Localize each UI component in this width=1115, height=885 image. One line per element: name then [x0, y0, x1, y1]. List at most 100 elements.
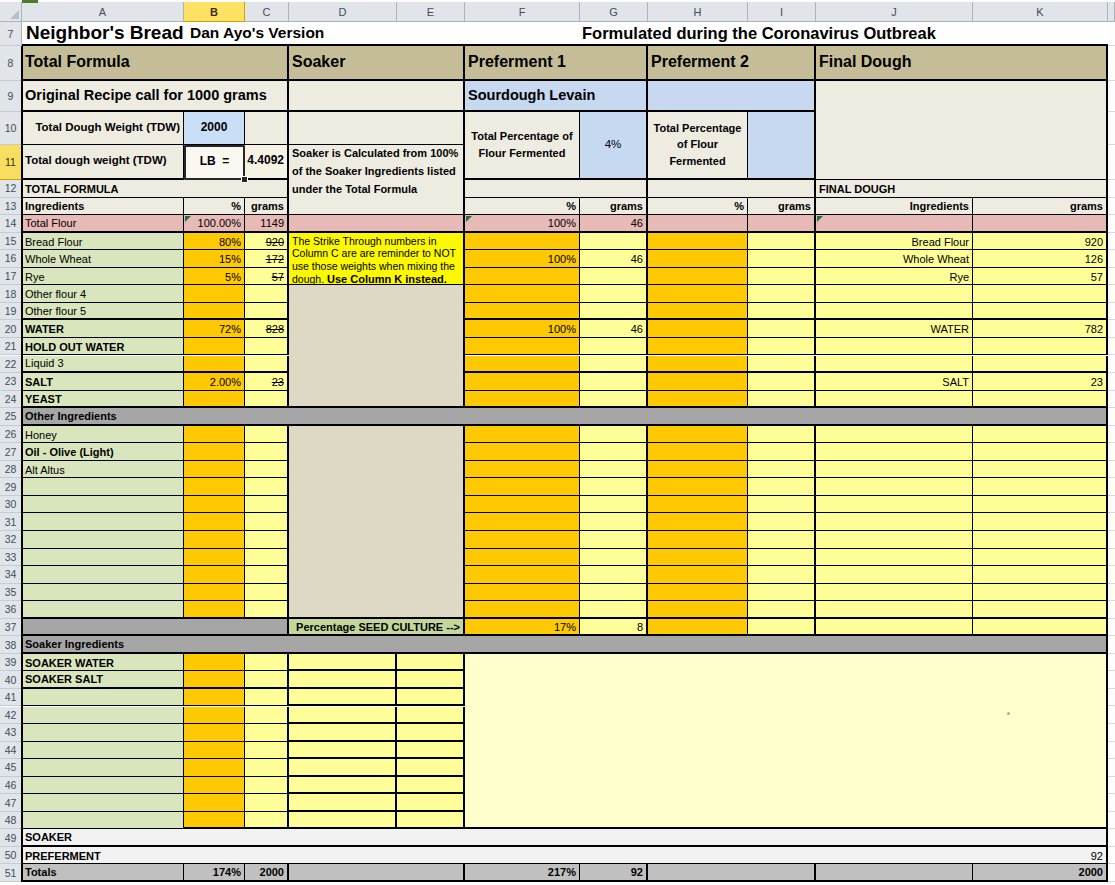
cell-A36[interactable]	[22, 601, 184, 619]
cell-F22[interactable]	[465, 356, 580, 374]
cell-H18[interactable]	[648, 285, 748, 303]
cell-C40[interactable]	[245, 671, 289, 689]
cell-J29[interactable]	[816, 478, 973, 496]
cell-B31[interactable]	[184, 513, 245, 531]
cell-J33[interactable]	[816, 549, 973, 567]
cell-D46[interactable]	[289, 777, 397, 795]
row-header-35[interactable]: 35	[0, 584, 22, 602]
col-header-A[interactable]: A	[22, 2, 184, 22]
cell-J37[interactable]	[816, 619, 973, 637]
cell-A45[interactable]	[22, 759, 184, 777]
cell-A26[interactable]: Honey	[22, 426, 184, 444]
row-header-44[interactable]: 44	[0, 742, 22, 760]
cell-H28[interactable]	[648, 461, 748, 479]
cell-I26[interactable]	[748, 426, 816, 444]
cell-A42[interactable]	[22, 707, 184, 725]
cell-H14[interactable]	[648, 215, 748, 233]
row-header-46[interactable]: 46	[0, 777, 22, 795]
cell-G37[interactable]: 8	[580, 619, 648, 637]
cell-B16[interactable]: 15%	[184, 250, 245, 268]
cell-K23[interactable]: 23	[973, 373, 1108, 391]
cell-G14[interactable]: 46	[580, 215, 648, 233]
cell-K35[interactable]	[973, 584, 1108, 602]
cell-H10-H11[interactable]: Total Percentage of Flour Fermented	[648, 112, 748, 180]
row-header-27[interactable]: 27	[0, 443, 22, 461]
row-header-8[interactable]: 8	[0, 46, 22, 81]
cell-F10-F11[interactable]: Total Percentage of Flour Fermented	[465, 112, 580, 180]
row-header-18[interactable]: 18	[0, 285, 22, 303]
cell-E48[interactable]	[397, 812, 465, 830]
cell-F15[interactable]	[465, 233, 580, 251]
cell-J12-K12[interactable]: FINAL DOUGH	[816, 180, 1108, 198]
cell-C17[interactable]: 57	[245, 268, 289, 286]
row-header-37[interactable]: 37	[0, 619, 22, 637]
cell-A15[interactable]: Bread Flour	[22, 233, 184, 251]
cell-A50-J50[interactable]: PREFERMENT	[22, 847, 973, 865]
cell-J26[interactable]	[816, 426, 973, 444]
cell-H22[interactable]	[648, 356, 748, 374]
cell-I22[interactable]	[748, 356, 816, 374]
cell-C16[interactable]: 172	[245, 250, 289, 268]
cell-C27[interactable]	[245, 443, 289, 461]
cell-J22[interactable]	[816, 356, 973, 374]
cell-K18[interactable]	[973, 285, 1108, 303]
cell-J20[interactable]: WATER	[816, 320, 973, 338]
cell-I30[interactable]	[748, 496, 816, 514]
row-header-16[interactable]: 16	[0, 250, 22, 268]
cell-K34[interactable]	[973, 566, 1108, 584]
cell-A16[interactable]: Whole Wheat	[22, 250, 184, 268]
cell-J14[interactable]	[816, 215, 973, 233]
cell-C13[interactable]: grams	[245, 198, 289, 216]
cell-C43[interactable]	[245, 724, 289, 742]
cell-I16[interactable]	[748, 250, 816, 268]
cell-C19[interactable]	[245, 303, 289, 321]
row-header-42[interactable]: 42	[0, 707, 22, 725]
cell-K19[interactable]	[973, 303, 1108, 321]
cell-E41[interactable]	[397, 689, 465, 707]
cell-G29[interactable]	[580, 478, 648, 496]
cell-C15[interactable]: 920	[245, 233, 289, 251]
cell-A29[interactable]	[22, 478, 184, 496]
cell-H27[interactable]	[648, 443, 748, 461]
cell-I17[interactable]	[748, 268, 816, 286]
cell-D44[interactable]	[289, 742, 397, 760]
cell-E45[interactable]	[397, 759, 465, 777]
cell-A28[interactable]: Alt Altus	[22, 461, 184, 479]
cell-J21[interactable]	[816, 338, 973, 356]
row-header-49[interactable]: 49	[0, 829, 22, 847]
cell-C32[interactable]	[245, 531, 289, 549]
cell-B14[interactable]: 100.00%	[184, 215, 245, 233]
cell-B23[interactable]: 2.00%	[184, 373, 245, 391]
cell-G18[interactable]	[580, 285, 648, 303]
row-header-14[interactable]: 14	[0, 215, 22, 233]
cell-G10-G11[interactable]: 4%	[580, 112, 648, 180]
cell-F20[interactable]: 100%	[465, 320, 580, 338]
cell-J30[interactable]	[816, 496, 973, 514]
cell-I32[interactable]	[748, 531, 816, 549]
cell-C24[interactable]	[245, 391, 289, 409]
row-header-34[interactable]: 34	[0, 566, 22, 584]
cell-A31[interactable]	[22, 513, 184, 531]
cell-B28[interactable]	[184, 461, 245, 479]
cell-I27[interactable]	[748, 443, 816, 461]
cell-A47[interactable]	[22, 794, 184, 812]
cell-C10[interactable]	[245, 112, 289, 145]
cell-G24[interactable]	[580, 391, 648, 409]
cell-F29[interactable]	[465, 478, 580, 496]
cell-F13[interactable]: %	[465, 198, 580, 216]
cell-C31[interactable]	[245, 513, 289, 531]
row-header-47[interactable]: 47	[0, 794, 22, 812]
cell-H51-I51[interactable]	[648, 864, 816, 882]
cell-J31[interactable]	[816, 513, 973, 531]
cell-B21[interactable]	[184, 338, 245, 356]
cell-F27[interactable]	[465, 443, 580, 461]
cell-B42[interactable]	[184, 707, 245, 725]
cell-K30[interactable]	[973, 496, 1108, 514]
cell-C29[interactable]	[245, 478, 289, 496]
row-header-11[interactable]: 11	[0, 145, 22, 180]
cell-A51[interactable]: Totals	[22, 864, 184, 882]
cell-B18[interactable]	[184, 285, 245, 303]
row-header-23[interactable]: 23	[0, 373, 22, 391]
cell-G22[interactable]	[580, 356, 648, 374]
cell-A13[interactable]: Ingredients	[22, 198, 184, 216]
